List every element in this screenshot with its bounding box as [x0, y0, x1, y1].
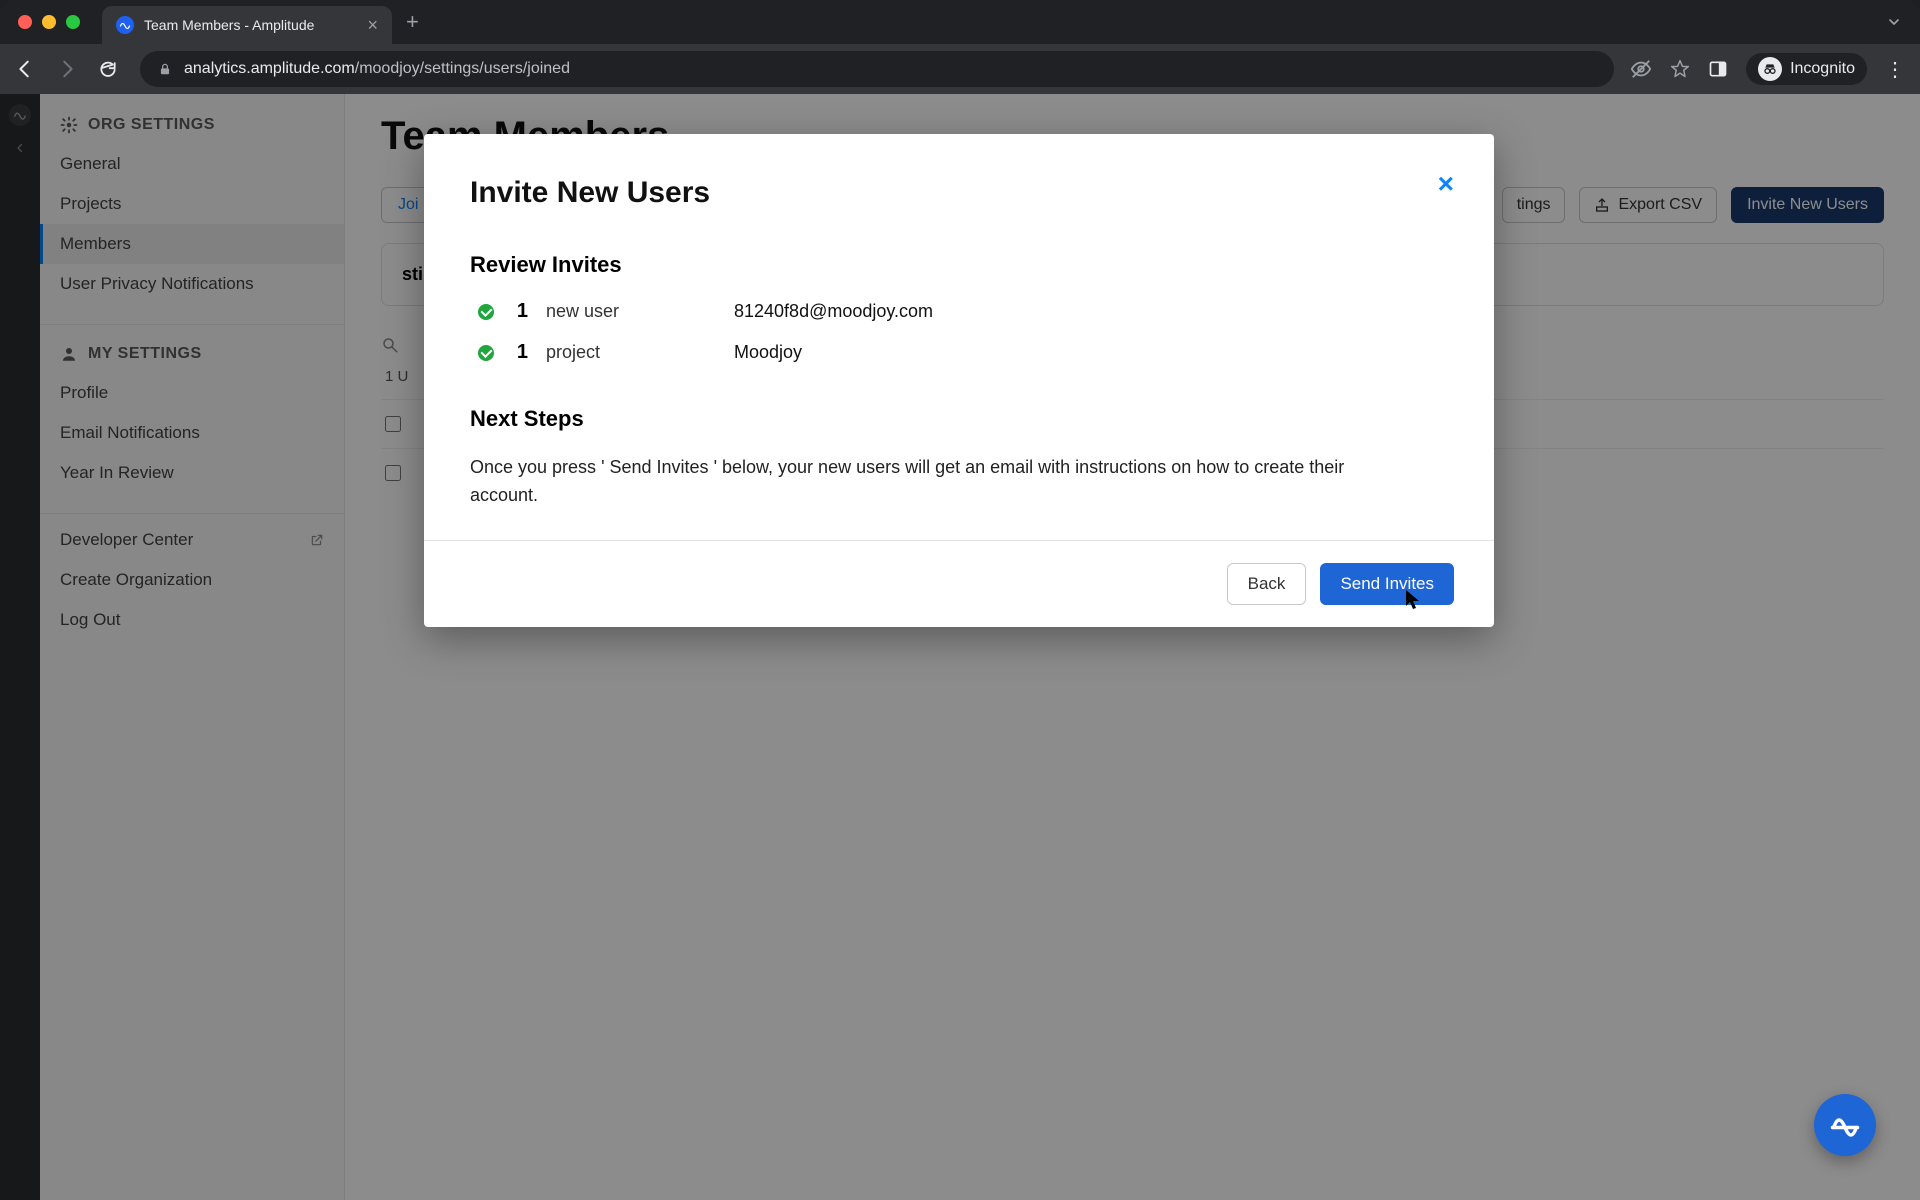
bookmark-star-icon[interactable]: [1670, 59, 1690, 79]
mouse-cursor-icon: [1405, 589, 1421, 611]
browser-menu-icon[interactable]: ⋮: [1885, 57, 1906, 82]
incognito-badge[interactable]: Incognito: [1746, 53, 1867, 85]
check-circle-icon: [478, 345, 494, 361]
review-value: 81240f8d@moodjoy.com: [734, 301, 933, 322]
amplitude-icon: [1830, 1110, 1860, 1140]
tabs-overflow-icon[interactable]: [1886, 14, 1902, 30]
traffic-lights: [18, 15, 80, 29]
tab-close-icon[interactable]: ×: [367, 16, 378, 34]
review-count: 1: [512, 300, 528, 323]
nav-forward-button[interactable]: [56, 58, 82, 80]
address-bar: analytics.amplitude.com/moodjoy/settings…: [0, 44, 1920, 94]
nav-back-button[interactable]: [14, 58, 40, 80]
review-row-user: 1 new user 81240f8d@moodjoy.com: [470, 300, 1448, 323]
send-invites-button[interactable]: Send Invites: [1320, 563, 1454, 605]
url-text: analytics.amplitude.com/moodjoy/settings…: [184, 60, 570, 78]
window-titlebar: Team Members - Amplitude × +: [0, 0, 1920, 44]
minimize-window-icon[interactable]: [42, 15, 56, 29]
amplitude-favicon-icon: [116, 16, 134, 34]
lock-icon: [158, 62, 172, 76]
back-button[interactable]: Back: [1227, 563, 1307, 605]
review-value: Moodjoy: [734, 342, 802, 363]
modal-close-icon[interactable]: ×: [1438, 170, 1454, 198]
modal-footer: Back Send Invites: [424, 540, 1494, 627]
review-label: new user: [546, 301, 716, 322]
next-steps-heading: Next Steps: [470, 406, 1448, 432]
review-row-project: 1 project Moodjoy: [470, 341, 1448, 364]
eye-off-icon[interactable]: [1630, 58, 1652, 80]
check-circle-icon: [478, 304, 494, 320]
incognito-icon: [1758, 57, 1782, 81]
url-field[interactable]: analytics.amplitude.com/moodjoy/settings…: [140, 51, 1614, 87]
close-window-icon[interactable]: [18, 15, 32, 29]
review-label: project: [546, 342, 716, 363]
invite-users-modal: Invite New Users × Review Invites 1 new …: [424, 134, 1494, 627]
new-tab-button[interactable]: +: [406, 9, 419, 35]
nav-reload-button[interactable]: [98, 59, 124, 79]
modal-title: Invite New Users: [470, 176, 1448, 210]
panel-icon[interactable]: [1708, 59, 1728, 79]
next-steps-text: Once you press ' Send Invites ' below, y…: [470, 454, 1390, 510]
maximize-window-icon[interactable]: [66, 15, 80, 29]
help-fab[interactable]: [1814, 1094, 1876, 1156]
browser-tab[interactable]: Team Members - Amplitude ×: [102, 6, 392, 44]
review-invites-heading: Review Invites: [470, 252, 1448, 278]
incognito-label: Incognito: [1790, 60, 1855, 78]
review-count: 1: [512, 341, 528, 364]
tab-title: Team Members - Amplitude: [144, 17, 357, 33]
